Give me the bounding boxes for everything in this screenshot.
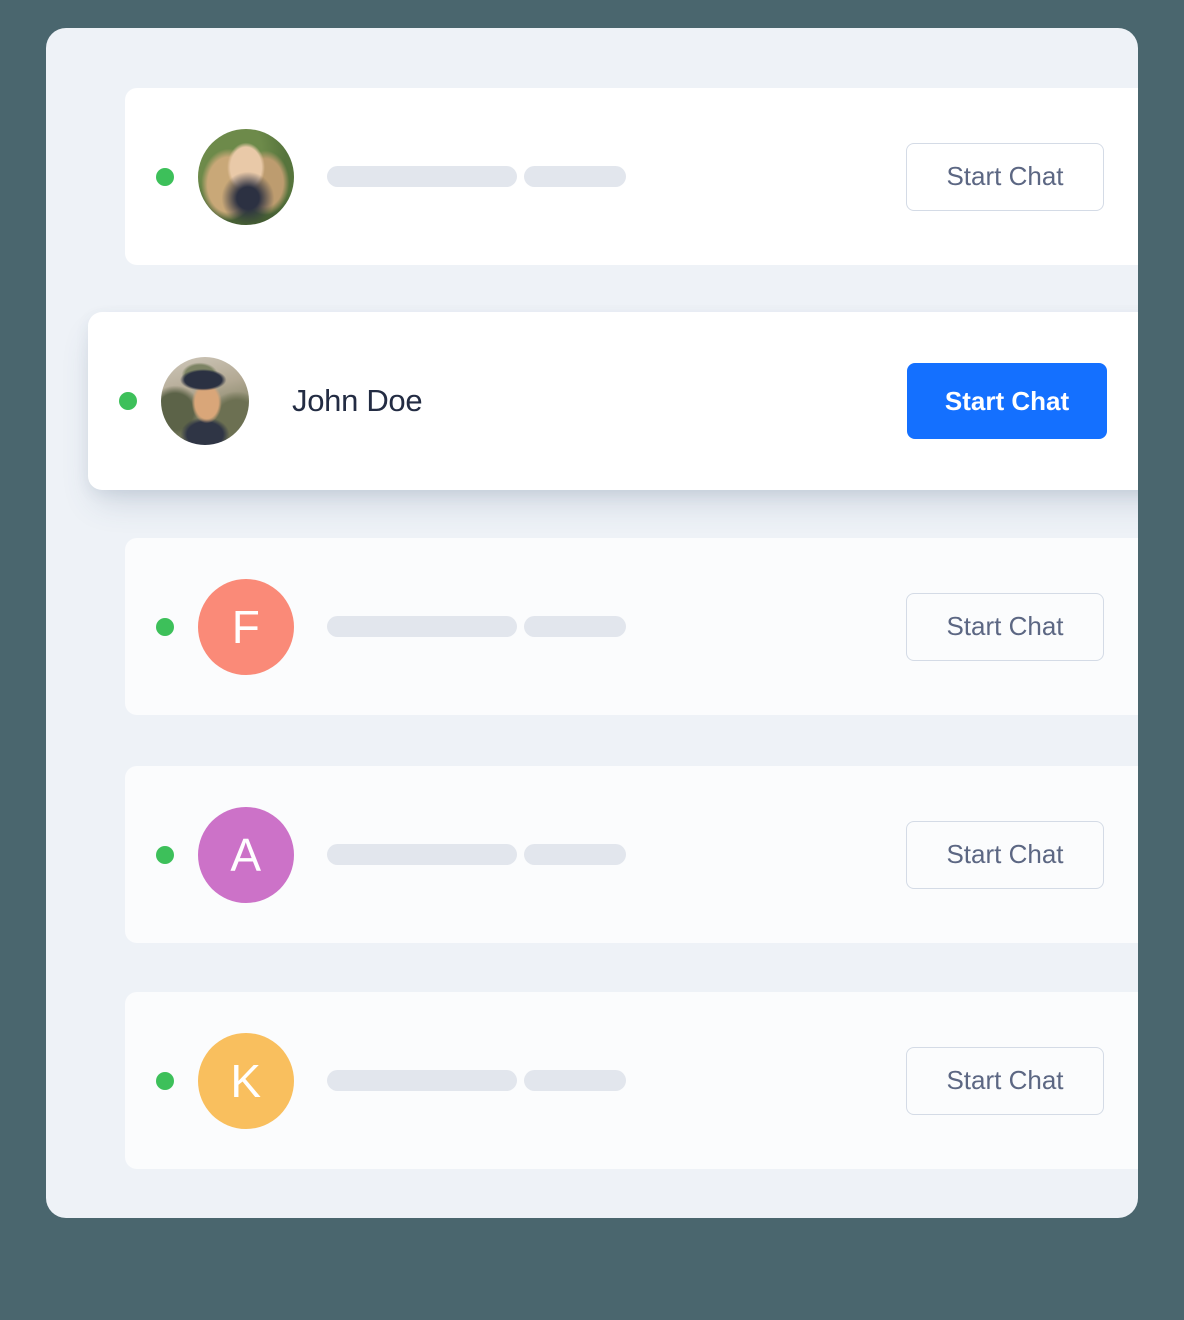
avatar-initial: A bbox=[198, 806, 294, 903]
start-chat-button[interactable]: Start Chat bbox=[906, 1046, 1104, 1115]
avatar-initial: K bbox=[198, 1032, 294, 1129]
online-status-dot bbox=[156, 845, 174, 864]
online-status-dot bbox=[156, 167, 174, 186]
name-skeleton-placeholder bbox=[327, 1070, 626, 1091]
contact-list-item[interactable]: A Start Chat bbox=[125, 766, 1138, 943]
start-chat-button[interactable]: Start Chat bbox=[906, 592, 1104, 661]
contact-list-item[interactable]: K Start Chat bbox=[125, 992, 1138, 1169]
start-chat-button[interactable]: Start Chat bbox=[906, 820, 1104, 889]
skeleton-bar-primary bbox=[327, 166, 517, 187]
contact-list-item[interactable]: Start Chat bbox=[125, 88, 1138, 265]
skeleton-bar-secondary bbox=[524, 166, 626, 187]
contact-list-item[interactable]: F Start Chat bbox=[125, 538, 1138, 715]
start-chat-button[interactable]: Start Chat bbox=[906, 142, 1104, 211]
skeleton-bar-secondary bbox=[524, 616, 626, 637]
avatar-initial: F bbox=[198, 578, 294, 675]
contact-name: John Doe bbox=[292, 383, 423, 418]
start-chat-button-primary[interactable]: Start Chat bbox=[907, 363, 1107, 439]
skeleton-bar-secondary bbox=[524, 1070, 626, 1091]
skeleton-bar-secondary bbox=[524, 844, 626, 865]
skeleton-bar-primary bbox=[327, 844, 517, 865]
online-status-dot bbox=[156, 1071, 174, 1090]
name-skeleton-placeholder bbox=[327, 844, 626, 865]
avatar bbox=[161, 357, 249, 445]
skeleton-bar-primary bbox=[327, 616, 517, 637]
contact-list-panel: Start Chat John Doe Start Chat F Start C… bbox=[46, 28, 1138, 1218]
name-skeleton-placeholder bbox=[327, 166, 626, 187]
online-status-dot bbox=[119, 392, 137, 410]
online-status-dot bbox=[156, 617, 174, 636]
skeleton-bar-primary bbox=[327, 1070, 517, 1091]
contact-list-item-active[interactable]: John Doe Start Chat bbox=[88, 312, 1138, 490]
avatar bbox=[198, 128, 294, 225]
name-skeleton-placeholder bbox=[327, 616, 626, 637]
